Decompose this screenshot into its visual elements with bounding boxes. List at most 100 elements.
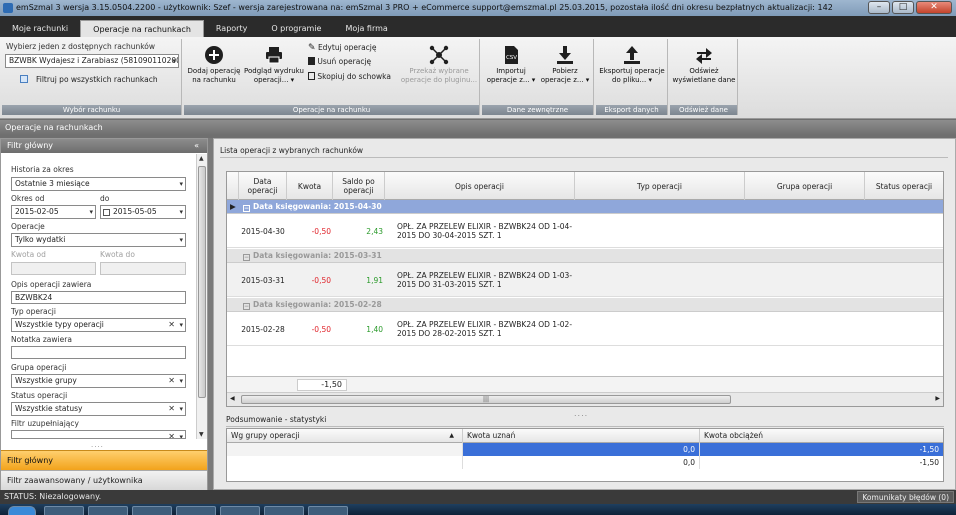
group-header[interactable]: ▶ − Data księgowania: 2015-04-30 (227, 200, 943, 214)
summary-title: Podsumowanie - statystyki (226, 413, 944, 427)
table-row[interactable]: 2015-03-31 -0,50 1,91 OPŁ. ZA PRZELEW EL… (227, 263, 943, 297)
taskbar-item[interactable] (44, 506, 84, 515)
col-status[interactable]: Status operacji (865, 172, 943, 200)
scroll-down-icon[interactable]: ▼ (199, 431, 204, 438)
clear-icon[interactable]: ✕ (168, 403, 175, 415)
tab-operacje-na-rachunkach[interactable]: Operacje na rachunkach (80, 20, 204, 37)
group-select[interactable]: Wszystkie grupy ✕ ▾ (11, 374, 186, 388)
refresh-group: Odśwież wyświetlane dane Odśwież dane (670, 39, 738, 115)
operations-group-caption: Operacje na rachunku (184, 105, 479, 115)
taskbar-item[interactable] (176, 506, 216, 515)
extra-filter-label: Filtr uzupełniający (11, 419, 79, 428)
operations-group: Dodaj operację na rachunku Podgląd wydru… (184, 39, 480, 115)
close-button[interactable]: ✕ (916, 1, 952, 14)
col-balance[interactable]: Saldo po operacji (333, 172, 385, 200)
history-select[interactable]: Ostatnie 3 miesiące ▾ (11, 177, 186, 191)
status-bar: STATUS: Niezalogowany. Komunikaty błędów… (0, 490, 956, 504)
group-header[interactable]: − Data księgowania: 2015-02-28 (227, 298, 943, 312)
col-credits[interactable]: Kwota uznań (463, 429, 700, 443)
col-group[interactable]: Grupa operacji (745, 172, 865, 200)
scrollbar-thumb[interactable]: ||| (241, 395, 731, 404)
amount-from-input[interactable] (11, 262, 96, 275)
col-amount[interactable]: Kwota (287, 172, 333, 200)
tab-moja-firma[interactable]: Moja firma (333, 20, 399, 37)
copy-clipboard-label: Skopiuj do schowka (317, 72, 391, 81)
cell-balance: 1,91 (366, 275, 383, 285)
note-input[interactable] (11, 346, 186, 359)
col-type[interactable]: Typ operacji (575, 172, 745, 200)
refresh-button[interactable]: Odśwież wyświetlane dane (672, 45, 736, 85)
status-select[interactable]: Wszystkie statusy ✕ ▾ (11, 402, 186, 416)
account-selection-group: Wybierz jeden z dostępnych rachunków BZW… (2, 39, 182, 115)
taskbar-item[interactable] (132, 506, 172, 515)
scroll-right-icon[interactable]: ▶ (935, 395, 940, 402)
chevron-down-icon: ▾ (89, 208, 93, 216)
scrollbar-thumb[interactable] (198, 166, 206, 398)
panel-grip[interactable]: .... (91, 441, 104, 449)
grid-group[interactable]: ▶ − Data księgowania: 2015-04-30 2015-04-3… (227, 200, 943, 248)
minimize-button[interactable]: – (868, 1, 890, 14)
copy-clipboard-button[interactable]: Skopiuj do schowka (308, 72, 391, 82)
download-icon (557, 46, 573, 64)
edit-operation-button[interactable]: ✎ Edytuj operację (308, 43, 377, 53)
add-operation-button[interactable]: Dodaj operację na rachunku (186, 45, 242, 85)
summary-cell-group (227, 456, 463, 469)
date-to-input[interactable]: 2015-05-05 ▾ (100, 205, 186, 219)
clear-icon[interactable]: ✕ (168, 431, 175, 438)
col-description[interactable]: Opis operacji (385, 172, 575, 200)
table-row[interactable]: 2015-02-28 -0,50 1,40 OPŁ. ZA PRZELEW EL… (227, 312, 943, 346)
col-by-group[interactable]: Wg grupy operacji ▲ (227, 429, 463, 443)
collapse-icon[interactable]: − (243, 205, 250, 212)
extra-filter-select[interactable]: ✕ ▾ (11, 430, 186, 439)
fetch-operations-button[interactable]: Pobierz operacje z... ▾ (538, 45, 592, 85)
desc-input[interactable]: BZWBK24 (11, 291, 186, 304)
collapse-icon[interactable]: − (243, 254, 250, 261)
start-button[interactable] (8, 506, 36, 515)
summary-row[interactable]: 0,0 -1,50 (227, 443, 943, 456)
group-header[interactable]: − Data księgowania: 2015-03-31 (227, 249, 943, 263)
tab-o-programie[interactable]: O programie (259, 20, 333, 37)
taskbar-item[interactable] (88, 506, 128, 515)
amount-to-input[interactable] (100, 262, 186, 275)
filter-scrollbar[interactable]: ▲ ▼ (196, 154, 207, 439)
grid-hscrollbar[interactable]: ◀ ||| ▶ (227, 392, 943, 406)
history-label: Historia za okres (11, 165, 74, 174)
account-select[interactable]: BZWBK Wydajesz i Zarabiasz (581090110200… (5, 54, 179, 68)
tab-moje-rachunki[interactable]: Moje rachunki (0, 20, 80, 37)
print-preview-button[interactable]: Podgląd wydruku operacji... ▾ (242, 45, 306, 85)
summary-row[interactable]: 0,0 -1,50 (227, 456, 943, 469)
taskbar-item[interactable] (220, 506, 260, 515)
summary-cell-credits: 0,0 (463, 456, 700, 469)
row-indicator-header (227, 172, 239, 200)
chevron-down-icon: ▾ (179, 405, 183, 413)
error-messages-button[interactable]: Komunikaty błędów (0) (857, 491, 954, 503)
collapse-icon[interactable]: « (194, 139, 199, 153)
sort-asc-icon: ▲ (449, 432, 454, 439)
collapse-icon[interactable]: − (243, 303, 250, 310)
import-operations-button[interactable]: CSV Importuj operacje z... ▾ (484, 45, 538, 85)
checkbox-icon[interactable] (103, 209, 110, 216)
delete-operation-button[interactable]: Usuń operację (308, 57, 371, 67)
maximize-button[interactable]: □ (892, 1, 914, 14)
ops-select[interactable]: Tylko wydatki ▾ (11, 233, 186, 247)
table-row[interactable]: 2015-04-30 -0,50 2,43 OPŁ. ZA PRZELEW EL… (227, 214, 943, 248)
plugin-transfer-button[interactable]: Przekaż wybrane operacje do pluginu... (400, 45, 478, 85)
grid-group[interactable]: − Data księgowania: 2015-02-28 2015-02-28… (227, 298, 943, 346)
export-operations-button[interactable]: Eksportuj operacje do pliku... ▾ (598, 45, 666, 85)
scroll-up-icon[interactable]: ▲ (199, 155, 204, 162)
clear-icon[interactable]: ✕ (168, 319, 175, 331)
taskbar-item[interactable] (308, 506, 348, 515)
date-from-input[interactable]: 2015-02-05 ▾ (11, 205, 96, 219)
tab-main-filter[interactable]: Filtr główny (1, 450, 207, 470)
col-date[interactable]: Data operacji (239, 172, 287, 200)
clear-icon[interactable]: ✕ (168, 375, 175, 387)
tab-advanced-filter[interactable]: Filtr zaawansowany / użytkownika (1, 470, 207, 490)
type-select[interactable]: Wszystkie typy operacji ✕ ▾ (11, 318, 186, 332)
col-debits[interactable]: Kwota obciążeń (700, 429, 943, 443)
grid-group[interactable]: − Data księgowania: 2015-03-31 2015-03-31… (227, 249, 943, 297)
scroll-left-icon[interactable]: ◀ (230, 395, 235, 402)
export-group-caption: Eksport danych (596, 105, 667, 115)
taskbar-item[interactable] (264, 506, 304, 515)
tab-raporty[interactable]: Raporty (204, 20, 259, 37)
filter-all-accounts-button[interactable]: Filtruj po wszystkich rachunkach (20, 75, 158, 85)
